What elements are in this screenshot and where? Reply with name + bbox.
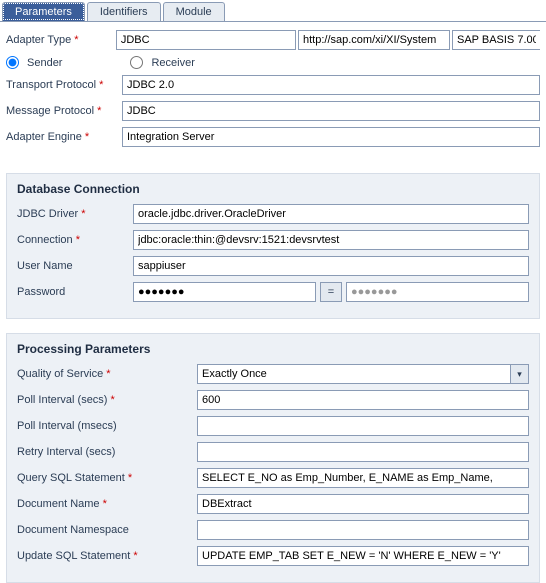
processing-parameters-title: Processing Parameters [17, 342, 529, 356]
qos-select[interactable]: ▾ [197, 364, 529, 384]
poll-ms-label: Poll Interval (msecs) [17, 420, 197, 432]
retry-field[interactable] [197, 442, 529, 462]
tab-identifiers[interactable]: Identifiers [87, 2, 161, 21]
update-sql-label: Update SQL Statement * [17, 550, 197, 562]
password-label: Password [17, 286, 133, 298]
poll-sec-field[interactable] [197, 390, 529, 410]
adapter-engine-label: Adapter Engine * [6, 131, 122, 143]
processing-parameters-section: Processing Parameters Quality of Service… [6, 333, 540, 583]
update-sql-field[interactable] [197, 546, 529, 566]
password-compare-button[interactable]: = [320, 282, 342, 302]
jdbc-driver-label: JDBC Driver * [17, 208, 133, 220]
adapter-basis-field[interactable] [452, 30, 540, 50]
message-protocol-label: Message Protocol * [6, 105, 122, 117]
message-protocol-field[interactable] [122, 101, 540, 121]
database-connection-section: Database Connection JDBC Driver * Connec… [6, 173, 540, 319]
top-form: Adapter Type * Sender Receiver Transport… [0, 22, 546, 163]
transport-protocol-label: Transport Protocol * [6, 79, 122, 91]
sender-radio-label: Sender [27, 57, 62, 69]
document-name-label: Document Name * [17, 498, 197, 510]
poll-sec-label: Poll Interval (secs) * [17, 394, 197, 406]
qos-label: Quality of Service * [17, 368, 197, 380]
username-field[interactable] [133, 256, 529, 276]
poll-ms-field[interactable] [197, 416, 529, 436]
adapter-url-field[interactable] [298, 30, 450, 50]
retry-label: Retry Interval (secs) [17, 446, 197, 458]
direction-radio-group: Sender Receiver [6, 56, 540, 69]
tab-module[interactable]: Module [163, 2, 225, 21]
password-field[interactable] [133, 282, 316, 302]
document-name-field[interactable] [197, 494, 529, 514]
username-label: User Name [17, 260, 133, 272]
equals-icon: = [328, 286, 334, 298]
query-sql-field[interactable] [197, 468, 529, 488]
document-namespace-field[interactable] [197, 520, 529, 540]
receiver-radio-label: Receiver [151, 57, 194, 69]
database-connection-title: Database Connection [17, 182, 529, 196]
adapter-engine-field[interactable] [122, 127, 540, 147]
tab-bar: Parameters Identifiers Module [0, 0, 546, 22]
document-namespace-label: Document Namespace [17, 524, 197, 536]
qos-value[interactable] [197, 364, 529, 384]
adapter-type-field[interactable] [116, 30, 296, 50]
query-sql-label: Query SQL Statement * [17, 472, 197, 484]
jdbc-driver-field[interactable] [133, 204, 529, 224]
password-confirm-field[interactable] [346, 282, 529, 302]
connection-label: Connection * [17, 234, 133, 246]
dropdown-icon: ▾ [510, 365, 528, 383]
adapter-type-label: Adapter Type * [6, 34, 116, 46]
transport-protocol-field[interactable] [122, 75, 540, 95]
tab-parameters[interactable]: Parameters [2, 2, 85, 21]
sender-radio[interactable] [6, 56, 19, 69]
connection-field[interactable] [133, 230, 529, 250]
receiver-radio[interactable] [130, 56, 143, 69]
